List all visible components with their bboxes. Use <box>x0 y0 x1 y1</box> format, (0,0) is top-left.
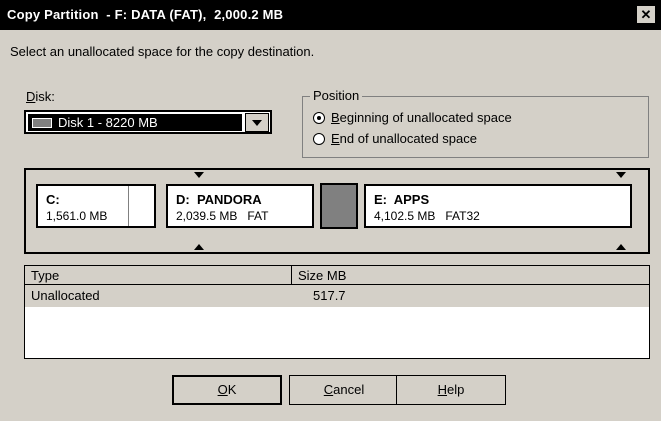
partition-used-divider <box>128 186 129 226</box>
partition-d-info: 2,039.5 MB FAT <box>176 209 269 223</box>
hard-disk-icon <box>32 117 52 128</box>
disk-selected-value: Disk 1 - 8220 MB <box>28 114 242 131</box>
range-start-marker-bottom <box>194 244 204 250</box>
range-start-marker-top <box>194 172 204 178</box>
range-end-marker-bottom <box>616 244 626 250</box>
radio-beginning[interactable]: Beginning of unallocated space <box>313 110 512 125</box>
position-group-label: Position <box>310 88 363 103</box>
table-row[interactable]: Unallocated 517.7 <box>25 285 649 307</box>
partition-d-pandora[interactable]: D: PANDORA 2,039.5 MB FAT <box>166 184 314 228</box>
window-title: Copy Partition - F: DATA (FAT), 2,000.2 … <box>7 7 284 22</box>
table-header: Type Size MB <box>25 266 649 285</box>
instruction-text: Select an unallocated space for the copy… <box>10 44 315 59</box>
unallocated-space-block[interactable] <box>320 183 358 229</box>
partition-e-info: 4,102.5 MB FAT32 <box>374 209 480 223</box>
radio-end[interactable]: End of unallocated space <box>313 131 477 146</box>
column-header-size[interactable]: Size MB <box>298 268 346 283</box>
dropdown-arrow-button[interactable] <box>245 113 269 132</box>
title-bar: Copy Partition - F: DATA (FAT), 2,000.2 … <box>0 0 661 30</box>
cancel-button[interactable]: Cancel <box>289 375 399 405</box>
disk-map-panel: C: 1,561.0 MB D: PANDORA 2,039.5 MB FAT … <box>24 168 650 254</box>
unallocated-space-table: Type Size MB Unallocated 517.7 <box>24 265 650 359</box>
column-header-type[interactable]: Type <box>31 268 59 283</box>
ok-button[interactable]: OK <box>172 375 282 405</box>
close-button[interactable]: ✕ <box>637 6 655 23</box>
copy-partition-dialog: Copy Partition - F: DATA (FAT), 2,000.2 … <box>0 0 661 421</box>
radio-button[interactable] <box>313 132 325 145</box>
cell-type: Unallocated <box>31 288 100 303</box>
cell-size: 517.7 <box>313 288 346 303</box>
disk-dropdown[interactable]: Disk 1 - 8220 MB <box>24 110 272 134</box>
close-icon: ✕ <box>640 7 652 22</box>
disk-label: Disk: <box>26 89 55 104</box>
column-divider[interactable] <box>291 266 292 284</box>
help-button[interactable]: Help <box>396 375 506 405</box>
position-group <box>302 96 649 158</box>
partition-e-apps[interactable]: E: APPS 4,102.5 MB FAT32 <box>364 184 632 228</box>
range-end-marker-top <box>616 172 626 178</box>
radio-button-selected[interactable] <box>313 111 325 124</box>
partition-c[interactable]: C: 1,561.0 MB <box>36 184 156 228</box>
chevron-down-icon <box>252 120 262 126</box>
